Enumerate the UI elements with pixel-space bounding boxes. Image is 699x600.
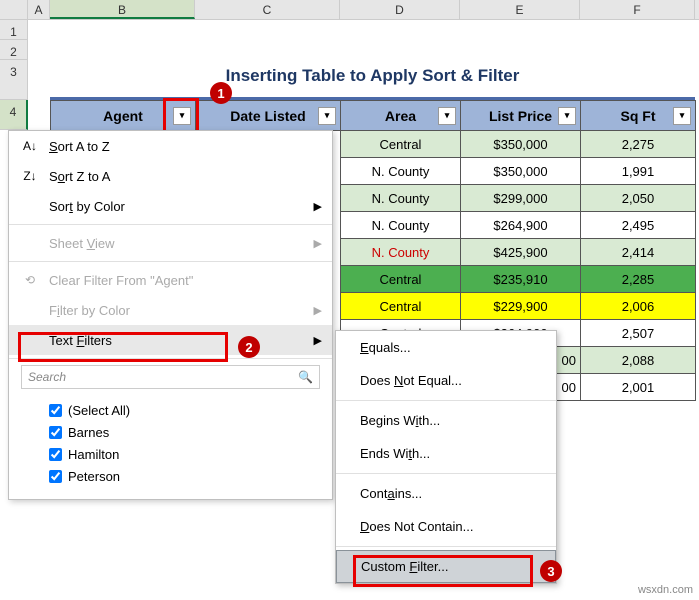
header-sqft: Sq Ft▾ <box>581 101 696 131</box>
check-item[interactable]: Hamilton <box>49 443 320 465</box>
select-all-corner[interactable] <box>0 0 28 19</box>
sort-az-icon: A↓ <box>21 139 39 153</box>
filter-button-date[interactable]: ▾ <box>318 107 336 125</box>
not-equal[interactable]: Does Not Equal... <box>336 364 556 397</box>
col-header-b[interactable]: B <box>50 0 195 19</box>
filter-context-menu: A↓Sort A to Z Z↓Sort Z to A Sort by Colo… <box>8 130 333 500</box>
col-header-d[interactable]: D <box>340 0 460 19</box>
sheet-view: Sheet View▶ <box>9 228 332 258</box>
header-price: List Price▾ <box>461 101 581 131</box>
callout-2 <box>18 332 228 362</box>
filter-button-sqft[interactable]: ▾ <box>673 107 691 125</box>
check-item[interactable]: Peterson <box>49 465 320 487</box>
badge-3: 3 <box>540 560 562 582</box>
callout-3 <box>353 555 533 587</box>
col-header-a[interactable]: A <box>28 0 50 19</box>
row-header-3[interactable]: 3 <box>0 60 28 100</box>
ends-with[interactable]: Ends With... <box>336 437 556 470</box>
watermark: wsxdn.com <box>638 584 693 596</box>
row-header-4[interactable]: 4 <box>0 100 28 130</box>
not-contain[interactable]: Does Not Contain... <box>336 510 556 543</box>
filter-by-color: Filter by Color▶ <box>9 295 332 325</box>
text-filters-submenu: Equals... Does Not Equal... Begins With.… <box>335 330 557 584</box>
equals[interactable]: Equals... <box>336 331 556 364</box>
begins-with[interactable]: Begins With... <box>336 404 556 437</box>
chevron-right-icon: ▶ <box>314 334 322 347</box>
check-item[interactable]: Barnes <box>49 421 320 443</box>
clear-filter-icon: ⟲ <box>21 273 39 287</box>
col-header-c[interactable]: C <box>195 0 340 19</box>
contains[interactable]: Contains... <box>336 477 556 510</box>
sheet-title: Inserting Table to Apply Sort & Filter <box>50 60 695 100</box>
filter-values-list: (Select All) Barnes Hamilton Peterson <box>9 395 332 499</box>
row-header-2[interactable]: 2 <box>0 40 28 60</box>
row-header-col: 1 2 3 4 <box>0 20 28 130</box>
chevron-right-icon: ▶ <box>314 200 322 213</box>
callout-1 <box>163 98 199 134</box>
sort-az[interactable]: A↓Sort A to Z <box>9 131 332 161</box>
header-area: Area▾ <box>341 101 461 131</box>
badge-2: 2 <box>238 336 260 358</box>
header-date: Date Listed▾ <box>196 101 341 131</box>
filter-button-price[interactable]: ▾ <box>558 107 576 125</box>
column-header-row: A B C D E F <box>0 0 699 20</box>
sort-za-icon: Z↓ <box>21 169 39 183</box>
col-header-e[interactable]: E <box>460 0 580 19</box>
check-select-all[interactable]: (Select All) <box>49 399 320 421</box>
row-header-1[interactable]: 1 <box>0 20 28 40</box>
col-header-f[interactable]: F <box>580 0 695 19</box>
badge-1: 1 <box>210 82 232 104</box>
clear-filter: ⟲Clear Filter From "Agent" <box>9 265 332 295</box>
filter-search-input[interactable]: Search🔍 <box>21 365 320 389</box>
sort-za[interactable]: Z↓Sort Z to A <box>9 161 332 191</box>
sort-by-color[interactable]: Sort by Color▶ <box>9 191 332 221</box>
filter-button-area[interactable]: ▾ <box>438 107 456 125</box>
search-icon: 🔍 <box>298 370 313 384</box>
